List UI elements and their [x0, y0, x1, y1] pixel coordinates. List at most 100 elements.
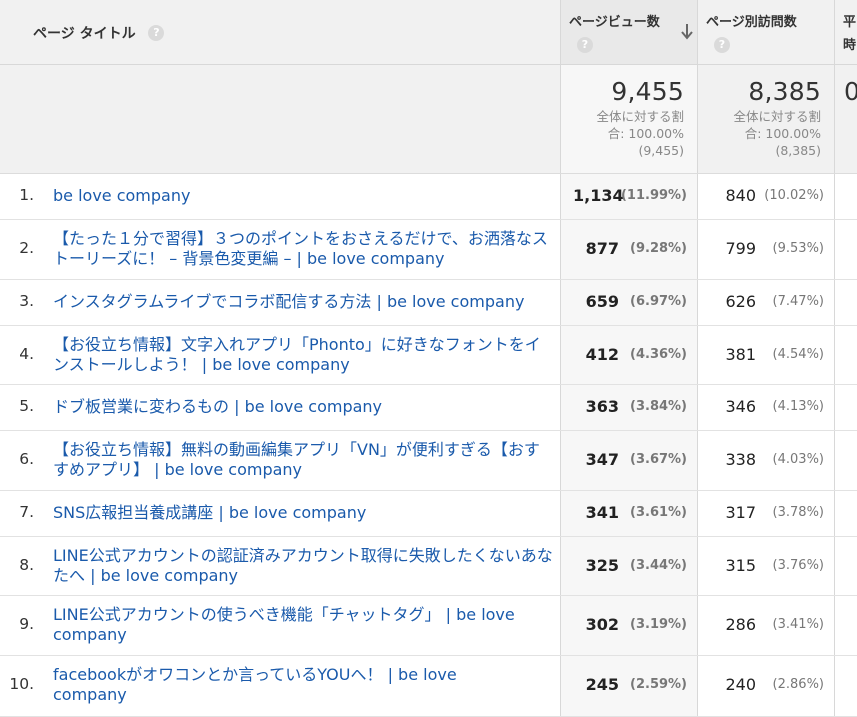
avg-time-total: 0 — [844, 77, 857, 106]
header-unique-pageviews-cell[interactable]: ページ別訪問数 ? — [697, 0, 834, 64]
pageviews-value: 347 — [585, 450, 619, 469]
page-title-link[interactable]: LINE公式アカウントの使うべき機能「チャットタグ」 | be love com… — [53, 605, 553, 645]
row-unique-pageviews-cell: 799 (9.53%) — [697, 220, 834, 279]
unique-pageviews-value: 338 — [725, 450, 756, 469]
row-title-cell: 1. be love company — [0, 174, 560, 219]
row-unique-pageviews-cell: 240 (2.86%) — [697, 656, 834, 716]
pageviews-percent: (2.59%) — [630, 677, 687, 692]
row-pageviews-cell: 325 (3.44%) — [560, 537, 697, 595]
page-title-link[interactable]: facebookがオワコンとか言っているYOUへ！ | be love comp… — [53, 665, 493, 705]
row-avg-time-cell — [834, 220, 857, 279]
unique-pageviews-percent: (7.47%) — [772, 294, 824, 309]
unique-pageviews-value: 346 — [725, 397, 756, 416]
page-title-link[interactable]: LINE公式アカウントの認証済みアカウント取得に失敗したくないあなたへ | be… — [53, 546, 553, 586]
sort-descending-icon[interactable] — [679, 23, 695, 41]
unique-pageviews-value: 240 — [725, 675, 756, 694]
unique-pageviews-percent: (2.86%) — [772, 677, 824, 692]
page-title-link[interactable]: 【たった１分で習得】３つのポイントをおさえるだけで、お洒落なストーリーズに！ –… — [53, 229, 553, 269]
unique-pageviews-share-line-1: 全体に対する割 — [733, 109, 821, 124]
table-row: 1. be love company 1,134 (11.99%) 840 (1… — [0, 174, 857, 220]
row-index: 2. — [19, 239, 34, 257]
row-index: 8. — [19, 556, 34, 574]
help-icon[interactable]: ? — [577, 37, 593, 53]
unique-pageviews-column-label[interactable]: ページ別訪問数 — [706, 11, 797, 30]
row-unique-pageviews-cell: 315 (3.76%) — [697, 537, 834, 595]
row-title-cell: 3. インスタグラムライブでコラボ配信する方法 | be love compan… — [0, 280, 560, 325]
row-avg-time-cell — [834, 656, 857, 716]
unique-pageviews-percent: (3.78%) — [772, 505, 824, 520]
summary-avg-time-cell: 0 — [834, 65, 857, 173]
row-index: 4. — [19, 345, 34, 363]
unique-pageviews-percent: (3.41%) — [772, 617, 824, 632]
pageviews-value: 245 — [585, 675, 619, 694]
row-title-cell: 8. LINE公式アカウントの認証済みアカウント取得に失敗したくないあなたへ |… — [0, 537, 560, 595]
avg-time-column-label[interactable]: 平 時 — [843, 11, 856, 57]
table-row: 2. 【たった１分で習得】３つのポイントをおさえるだけで、お洒落なストーリーズに… — [0, 220, 857, 280]
page-title-link[interactable]: 【お役立ち情報】文字入れアプリ「Phonto」に好きなフォントをインストールしよ… — [53, 335, 553, 375]
row-pageviews-cell: 412 (4.36%) — [560, 326, 697, 384]
table-row: 6. 【お役立ち情報】無料の動画編集アプリ「VN」が便利すぎる【おすすめアプリ】… — [0, 431, 857, 491]
row-avg-time-cell — [834, 326, 857, 384]
page-title-link[interactable]: ドブ板営業に変わるもの | be love company — [53, 397, 382, 417]
pageviews-percent: (3.67%) — [630, 452, 687, 467]
page-title-link[interactable]: be love company — [53, 186, 190, 206]
table-row: 3. インスタグラムライブでコラボ配信する方法 | be love compan… — [0, 280, 857, 326]
row-title-cell: 9. LINE公式アカウントの使うべき機能「チャットタグ」 | be love … — [0, 596, 560, 655]
table-row: 4. 【お役立ち情報】文字入れアプリ「Phonto」に好きなフォントをインストー… — [0, 326, 857, 385]
row-unique-pageviews-cell: 338 (4.03%) — [697, 431, 834, 490]
page-title-link[interactable]: インスタグラムライブでコラボ配信する方法 | be love company — [53, 292, 558, 312]
header-pageviews-cell[interactable]: ページビュー数 ? — [560, 0, 697, 64]
unique-pageviews-percent: (4.03%) — [772, 452, 824, 467]
pageviews-value: 877 — [585, 239, 619, 258]
row-pageviews-cell: 347 (3.67%) — [560, 431, 697, 490]
row-index: 10. — [9, 675, 34, 693]
summary-pageviews-cell: 9,455 全体に対する割 合: 100.00% (9,455) — [560, 65, 697, 173]
pageviews-column-label[interactable]: ページビュー数 — [569, 11, 660, 30]
pageviews-percent: (9.28%) — [630, 241, 687, 256]
pageviews-total-share: 全体に対する割 合: 100.00% (9,455) — [566, 108, 684, 159]
pageviews-percent: (6.97%) — [630, 294, 687, 309]
report-table: ページ タイトル ? ページビュー数 ? ページ別訪問数 ? 平 時 9,455… — [0, 0, 857, 717]
table-row: 7. SNS広報担当養成講座 | be love company 341 (3.… — [0, 491, 857, 537]
table-row: 5. ドブ板営業に変わるもの | be love company 363 (3.… — [0, 385, 857, 431]
pageviews-share-line-1: 全体に対する割 — [596, 109, 684, 124]
row-avg-time-cell — [834, 491, 857, 536]
unique-pageviews-value: 799 — [725, 239, 756, 258]
table-row: 8. LINE公式アカウントの認証済みアカウント取得に失敗したくないあなたへ |… — [0, 537, 857, 596]
summary-title-cell — [0, 65, 560, 173]
row-title-cell: 5. ドブ板営業に変わるもの | be love company — [0, 385, 560, 430]
pageviews-value: 302 — [585, 615, 619, 634]
unique-pageviews-percent: (10.02%) — [764, 188, 824, 203]
unique-pageviews-percent: (3.76%) — [772, 558, 824, 573]
pageviews-percent: (3.44%) — [630, 558, 687, 573]
help-icon[interactable]: ? — [714, 37, 730, 53]
row-title-cell: 10. facebookがオワコンとか言っているYOUへ！ | be love … — [0, 656, 560, 716]
row-pageviews-cell: 659 (6.97%) — [560, 280, 697, 325]
header-page-title-cell[interactable]: ページ タイトル ? — [0, 0, 560, 64]
row-unique-pageviews-cell: 840 (10.02%) — [697, 174, 834, 219]
row-avg-time-cell — [834, 537, 857, 595]
row-title-cell: 7. SNS広報担当養成講座 | be love company — [0, 491, 560, 536]
table-header: ページ タイトル ? ページビュー数 ? ページ別訪問数 ? 平 時 — [0, 0, 857, 65]
row-index: 3. — [19, 292, 34, 310]
row-avg-time-cell — [834, 385, 857, 430]
row-avg-time-cell — [834, 431, 857, 490]
row-unique-pageviews-cell: 381 (4.54%) — [697, 326, 834, 384]
help-icon[interactable]: ? — [148, 25, 165, 41]
pageviews-share-line-3: (9,455) — [638, 143, 684, 158]
row-pageviews-cell: 363 (3.84%) — [560, 385, 697, 430]
unique-pageviews-share-line-3: (8,385) — [775, 143, 821, 158]
unique-pageviews-value: 317 — [725, 503, 756, 522]
page-title-link[interactable]: 【お役立ち情報】無料の動画編集アプリ「VN」が便利すぎる【おすすめアプリ】 | … — [53, 440, 543, 480]
row-index: 5. — [19, 397, 34, 415]
page-title-link[interactable]: SNS広報担当養成講座 | be love company — [53, 503, 366, 523]
pageviews-value: 325 — [585, 556, 619, 575]
pageviews-percent: (11.99%) — [620, 188, 687, 203]
unique-pageviews-percent: (4.13%) — [772, 399, 824, 414]
unique-pageviews-value: 315 — [725, 556, 756, 575]
row-unique-pageviews-cell: 317 (3.78%) — [697, 491, 834, 536]
header-avg-time-cell[interactable]: 平 時 — [834, 0, 857, 64]
row-pageviews-cell: 877 (9.28%) — [560, 220, 697, 279]
pageviews-value: 659 — [585, 292, 619, 311]
row-avg-time-cell — [834, 280, 857, 325]
